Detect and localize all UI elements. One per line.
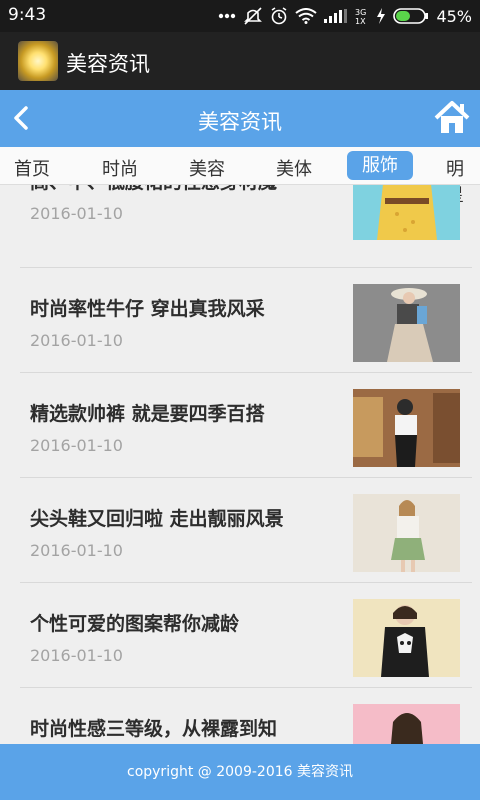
status-bar: 9:43 3G 1X 45% xyxy=(0,0,480,32)
home-button[interactable] xyxy=(434,100,470,136)
article-date: 2016-01-10 xyxy=(30,436,123,455)
more-dots-icon xyxy=(219,13,236,19)
article-thumbnail xyxy=(353,185,460,240)
page-header: 美容资讯 xyxy=(0,90,480,147)
signal-icon xyxy=(324,9,348,23)
charging-icon xyxy=(377,8,386,24)
app-bar: 美容资讯 xyxy=(0,32,480,90)
article-thumbnail xyxy=(353,704,460,744)
mute-icon xyxy=(244,7,263,25)
list-item[interactable]: 时尚率性牛仔 穿出真我风采 2016-01-10 xyxy=(20,268,472,373)
category-tabs: 首页 时尚 美容 美体 服饰 明星 xyxy=(0,147,480,206)
article-list: 高、中、低腰裙的性感身材魔 2016-01-10 时尚率性牛仔 穿出真我风采 2… xyxy=(20,185,472,744)
list-item[interactable]: 尖头鞋又回归啦 走出靓丽风景 2016-01-10 xyxy=(20,478,472,583)
battery-icon xyxy=(393,8,429,24)
svg-text:1X: 1X xyxy=(355,17,366,25)
article-title: 尖头鞋又回归啦 走出靓丽风景 xyxy=(30,508,284,530)
article-date: 2016-01-10 xyxy=(30,646,123,665)
article-title: 精选款帅裤 就是要四季百搭 xyxy=(30,403,265,425)
svg-text:3G: 3G xyxy=(355,8,366,17)
article-thumbnail xyxy=(353,599,460,677)
wifi-icon xyxy=(295,8,318,24)
article-title: 时尚性感三等级，从裸露到知 xyxy=(30,718,278,740)
tab-body[interactable]: 美体 xyxy=(276,155,312,181)
fashion-photo-icon xyxy=(353,284,460,362)
fashion-photo-icon xyxy=(353,389,460,467)
article-title: 高、中、低腰裙的性感身材魔 xyxy=(30,185,277,194)
list-item[interactable]: 时尚性感三等级，从裸露到知 xyxy=(20,688,472,744)
article-date: 2016-01-10 xyxy=(30,204,123,223)
article-date: 2016-01-10 xyxy=(30,541,123,560)
network-type-icon: 3G1X xyxy=(355,8,366,25)
fashion-photo-icon xyxy=(353,704,460,744)
tab-home[interactable]: 首页 xyxy=(14,155,50,181)
fashion-photo-icon xyxy=(353,599,460,677)
article-title: 个性可爱的图案帮你减龄 xyxy=(30,613,240,635)
tab-clothing[interactable]: 服饰 xyxy=(347,151,413,180)
list-item[interactable]: 精选款帅裤 就是要四季百搭 2016-01-10 xyxy=(20,373,472,478)
app-logo xyxy=(18,41,58,81)
article-thumbnail xyxy=(353,389,460,467)
list-item[interactable]: 高、中、低腰裙的性感身材魔 2016-01-10 xyxy=(20,185,472,268)
alarm-icon xyxy=(271,7,287,25)
battery-percent: 45% xyxy=(436,6,472,26)
footer-copyright: copyright @ 2009-2016 美容资讯 xyxy=(0,744,480,800)
tab-fashion[interactable]: 时尚 xyxy=(102,155,138,181)
article-thumbnail xyxy=(353,284,460,362)
fashion-photo-icon xyxy=(353,494,460,572)
fashion-photo-icon xyxy=(353,185,460,240)
tab-beauty[interactable]: 美容 xyxy=(189,155,225,181)
list-item[interactable]: 个性可爱的图案帮你减龄 2016-01-10 xyxy=(20,583,472,688)
page-title: 美容资讯 xyxy=(198,110,282,134)
article-thumbnail xyxy=(353,494,460,572)
article-date: 2016-01-10 xyxy=(30,331,123,350)
app-title: 美容资讯 xyxy=(66,52,150,76)
article-title: 时尚率性牛仔 穿出真我风采 xyxy=(30,298,265,320)
status-icons: 3G 1X 45% xyxy=(218,6,472,26)
status-time: 9:43 xyxy=(8,5,47,25)
home-icon xyxy=(434,101,470,133)
